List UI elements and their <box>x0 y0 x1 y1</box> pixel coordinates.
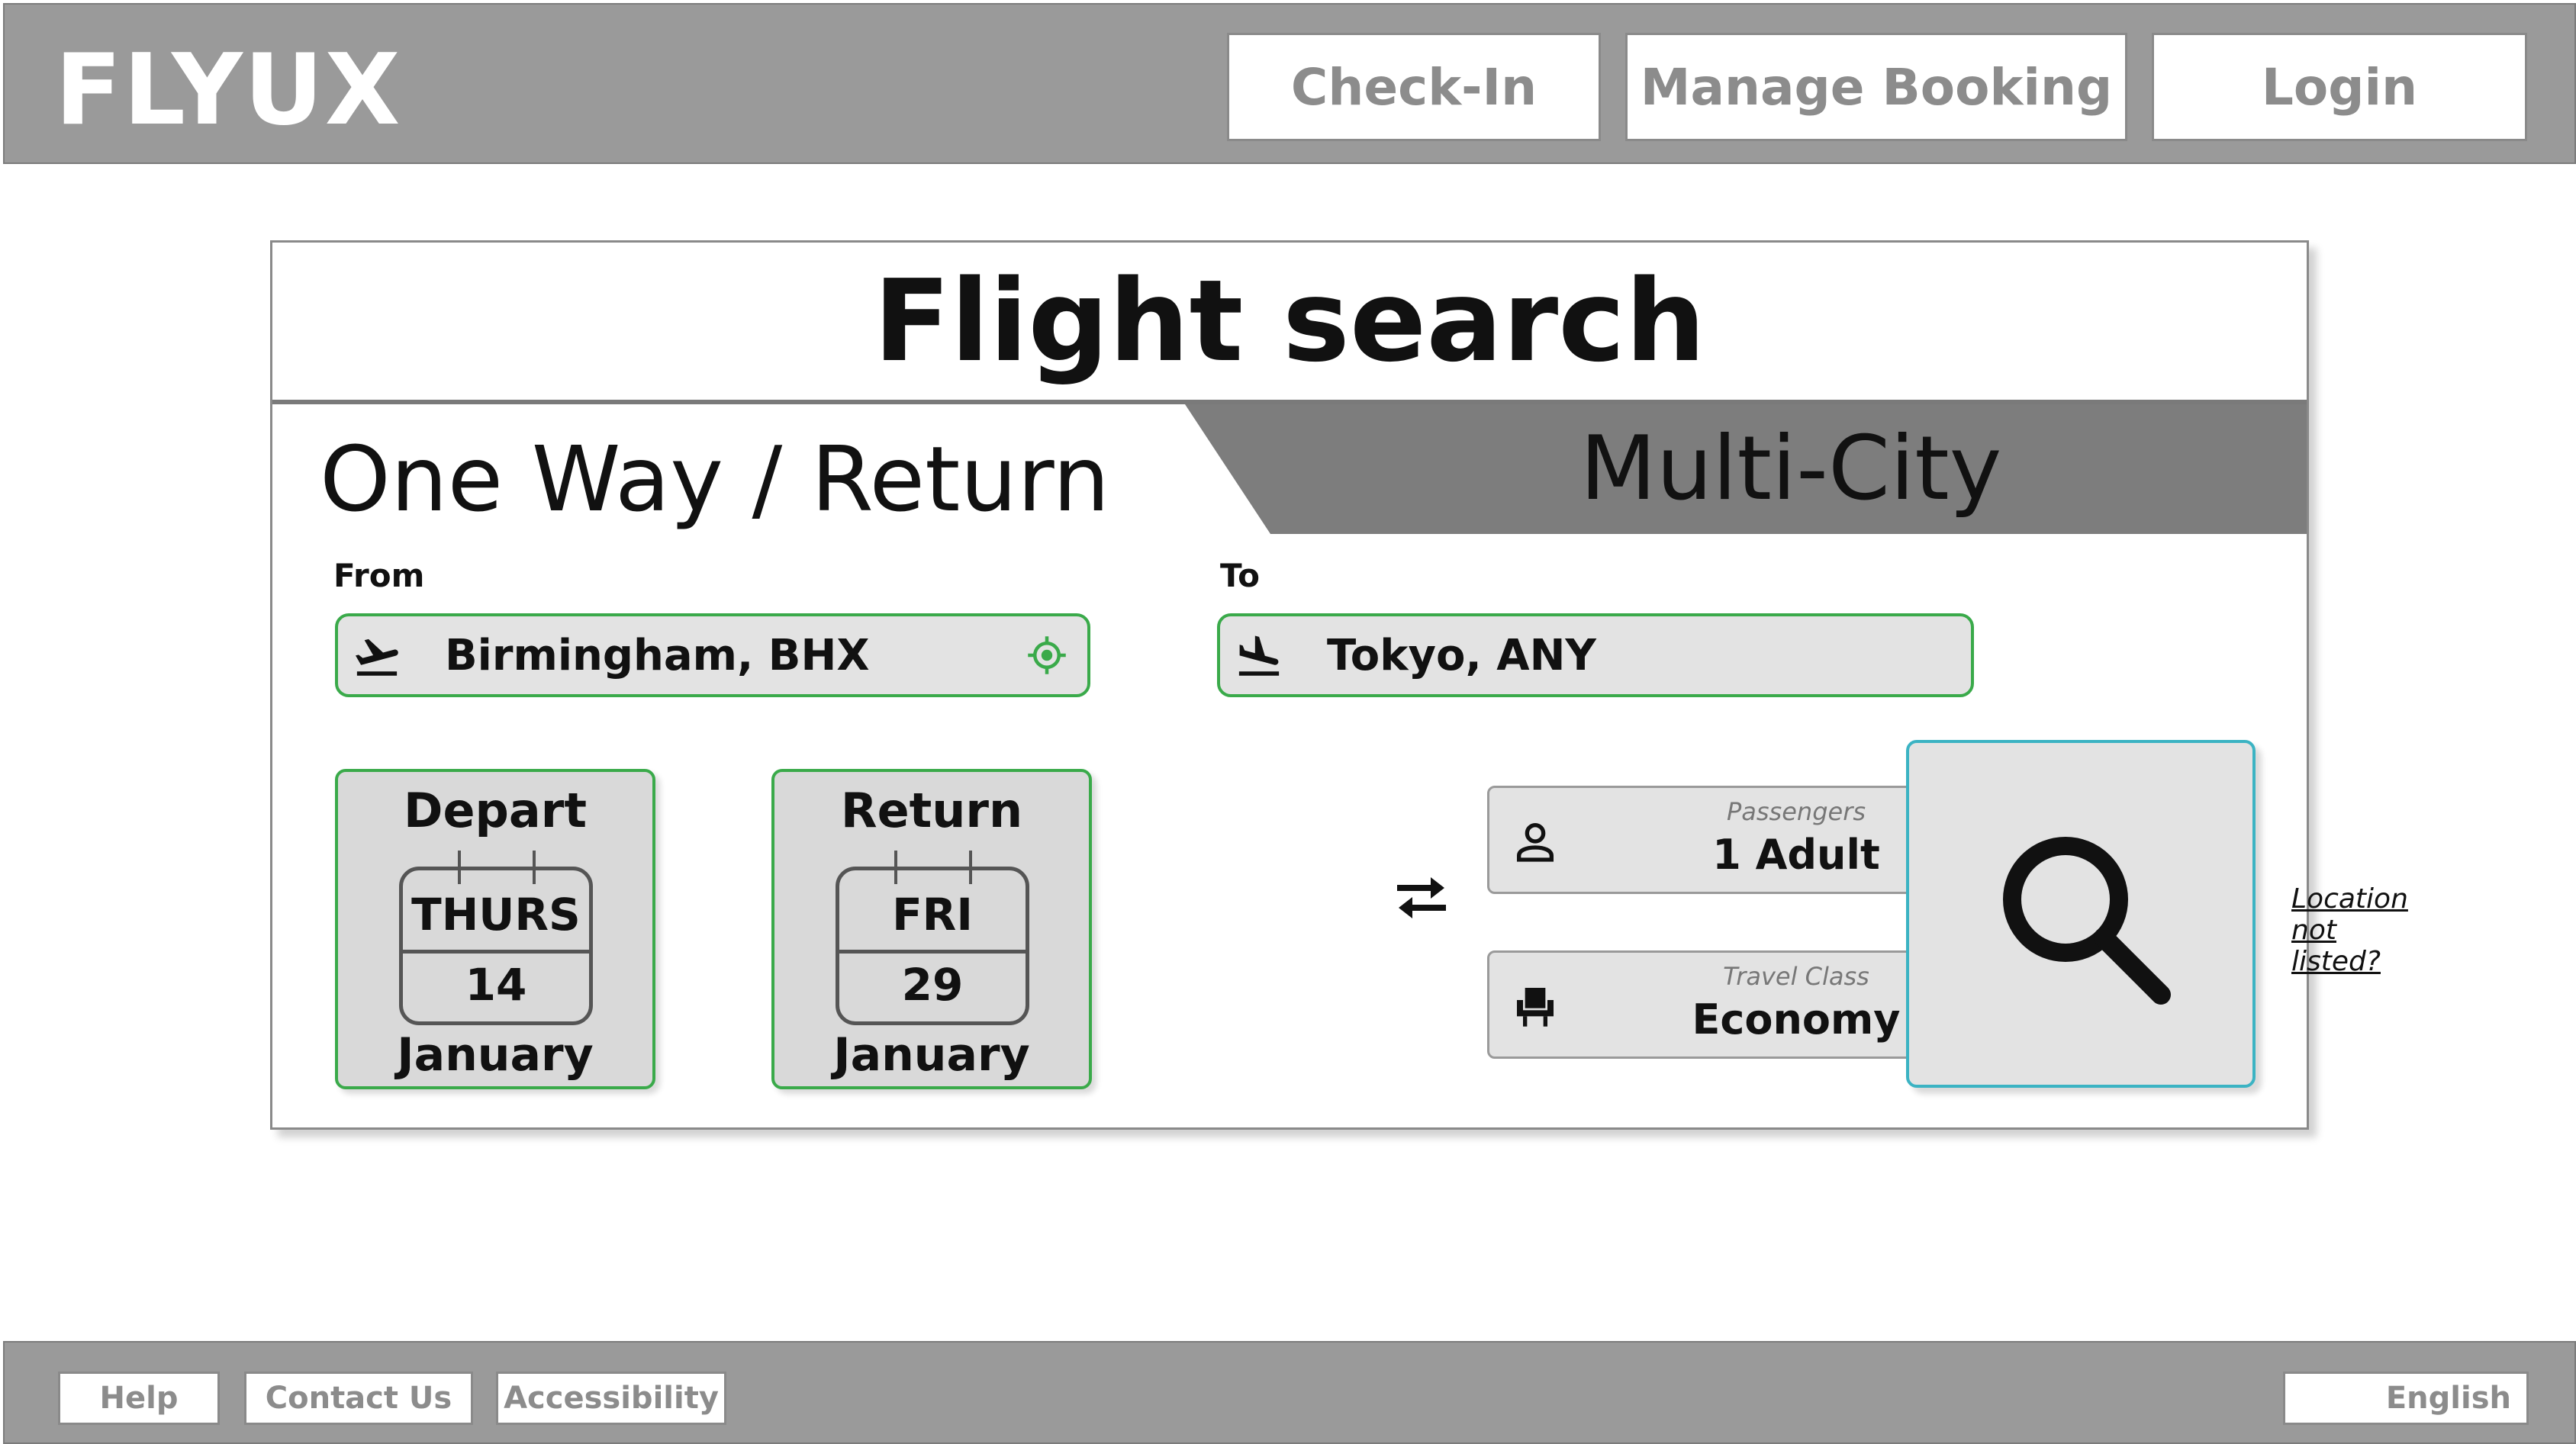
page: FLYUX Check-In Manage Booking Login Flig… <box>0 0 2576 1444</box>
from-label: From <box>333 557 425 594</box>
logo[interactable]: FLYUX <box>55 34 401 148</box>
language-selector[interactable]: English <box>2283 1372 2529 1425</box>
swap-icon[interactable] <box>1391 870 1452 925</box>
login-button[interactable]: Login <box>2152 33 2527 141</box>
depart-month: January <box>397 1028 594 1082</box>
to-field[interactable]: Tokyo, ANY <box>1217 613 1974 697</box>
accessibility-link[interactable]: Accessibility <box>496 1372 726 1425</box>
to-label: To <box>1220 557 1260 594</box>
locate-me-icon[interactable] <box>1026 635 1067 676</box>
depart-date-picker[interactable]: Depart THURS 14 January <box>335 769 655 1089</box>
return-title: Return <box>840 783 1023 838</box>
return-date: 29 <box>901 959 964 1011</box>
footer-bar: Help Contact Us Accessibility English <box>3 1341 2576 1444</box>
return-day: FRI <box>892 889 973 941</box>
search-icon <box>2003 837 2171 1005</box>
header-bar: FLYUX Check-In Manage Booking Login <box>3 3 2576 164</box>
depart-title: Depart <box>404 783 587 838</box>
contact-us-link[interactable]: Contact Us <box>244 1372 473 1425</box>
plane-arrival-icon <box>1238 635 1280 676</box>
calendar-icon: THURS 14 <box>399 851 593 1025</box>
depart-date: 14 <box>465 959 527 1011</box>
plane-departure-icon <box>356 638 398 676</box>
location-not-listed-link[interactable]: Location not listed? <box>2291 883 2408 977</box>
card-title: Flight search <box>272 243 2307 404</box>
check-in-button[interactable]: Check-In <box>1227 33 1601 141</box>
depart-day: THURS <box>411 889 581 941</box>
return-month: January <box>833 1028 1030 1082</box>
from-field[interactable]: Birmingham, BHX <box>335 613 1090 697</box>
tab-multi-city[interactable]: Multi-City <box>1280 406 2302 531</box>
search-button[interactable] <box>1906 740 2256 1088</box>
return-date-picker[interactable]: Return FRI 29 January <box>771 769 1092 1089</box>
tab-one-way-return[interactable]: One Way / Return <box>320 410 1109 548</box>
help-link[interactable]: Help <box>58 1372 220 1425</box>
calendar-icon: FRI 29 <box>836 851 1029 1025</box>
to-value: Tokyo, ANY <box>1327 630 1596 680</box>
from-value: Birmingham, BHX <box>445 630 870 680</box>
manage-booking-button[interactable]: Manage Booking <box>1625 33 2127 141</box>
